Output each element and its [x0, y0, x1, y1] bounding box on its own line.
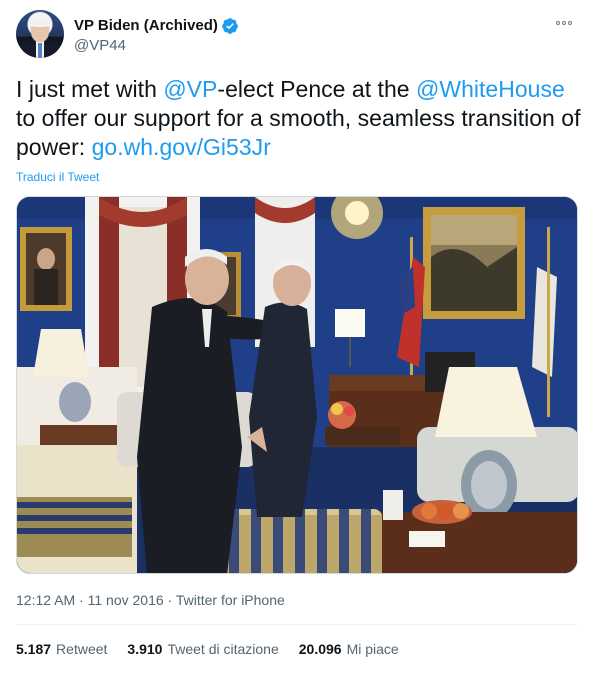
tweet-meta: 12:12 AM · 11 nov 2016 · Twitter for iPh…: [16, 592, 285, 608]
meta-separator: ·: [167, 592, 173, 608]
tweet-text-part-2: -elect Pence at the: [217, 76, 416, 102]
quotes-stat[interactable]: 3.910 Tweet di citazione: [127, 641, 278, 657]
user-handle[interactable]: @VP44: [74, 37, 126, 55]
photo-scene: [17, 197, 577, 573]
mention-vp-link[interactable]: @VP: [163, 76, 217, 102]
tweet-time[interactable]: 12:12 AM: [16, 592, 75, 608]
tweet-source[interactable]: Twitter for iPhone: [176, 592, 285, 608]
tweet-text: I just met with @VP-elect Pence at the @…: [16, 75, 584, 162]
quotes-count: 3.910: [127, 641, 163, 657]
retweets-stat[interactable]: 5.187 Retweet: [16, 641, 107, 657]
tweet-date[interactable]: 11 nov 2016: [88, 592, 164, 608]
meta-separator: ·: [79, 592, 84, 608]
tweet-header: VP Biden (Archived) @VP44: [16, 10, 578, 60]
avatar-hair: [30, 17, 50, 27]
translate-tweet-link[interactable]: Traduci il Tweet: [16, 170, 99, 184]
mention-whitehouse-link[interactable]: @WhiteHouse: [416, 76, 565, 102]
verified-badge-icon: [222, 18, 238, 34]
likes-stat[interactable]: 20.096 Mi piace: [299, 641, 399, 657]
tweet-text-part-1: I just met with: [16, 76, 164, 102]
display-name[interactable]: VP Biden (Archived): [74, 17, 218, 35]
likes-count: 20.096: [298, 641, 342, 657]
tweet-url-link[interactable]: go.wh.gov/Gi53Jr: [92, 134, 271, 160]
quotes-label: Tweet di citazione: [167, 641, 279, 657]
tweet-stats: 5.187 Retweet 3.910 Tweet di citazione 2…: [16, 641, 399, 657]
tweet-photo[interactable]: [16, 196, 578, 574]
retweets-label: Retweet: [56, 641, 108, 657]
avatar-tie: [38, 43, 42, 58]
retweets-count: 5.187: [16, 641, 52, 657]
divider-top: [16, 624, 578, 625]
avatar[interactable]: [16, 10, 64, 58]
more-options-icon[interactable]: [554, 18, 574, 28]
likes-label: Mi piace: [346, 641, 399, 657]
